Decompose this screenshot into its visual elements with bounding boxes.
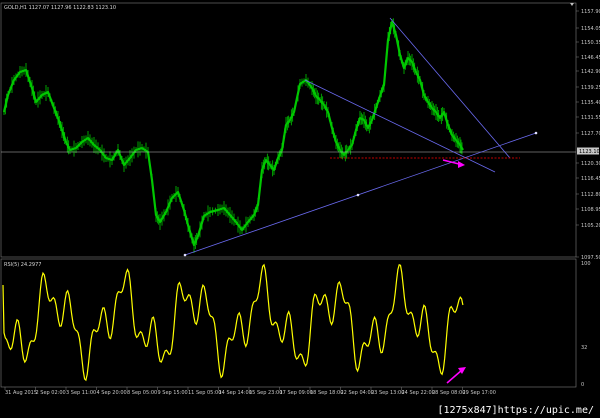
time-tick-label: 18 Sep 18:00	[310, 390, 343, 396]
current-price-value: 1123.10	[579, 149, 600, 155]
time-tick-label: 8 Sep 05:00	[127, 390, 157, 396]
resistance-trendline-2	[389, 17, 511, 159]
price-tick-label: 1146.45	[581, 55, 600, 61]
price-path	[2, 20, 464, 247]
price-tick-label: 1135.40	[581, 100, 600, 106]
price-tick-label: 1157.90	[581, 9, 600, 15]
time-tick-label: 17 Sep 09:00	[280, 390, 313, 396]
price-tick-label: 1131.55	[581, 115, 600, 121]
time-tick-label: 4 Sep 20:00	[97, 390, 127, 396]
rsi-axis: 100 32 0	[581, 261, 591, 388]
rsi-tick-label: 100	[581, 261, 591, 267]
trendline-anchor	[356, 193, 360, 197]
rsi-tick-label: 0	[581, 382, 584, 388]
price-tick-label: 1142.90	[581, 69, 600, 75]
time-axis: 31 Aug 20152 Sep 02:00 3 Sep 11:00 4 Sep 2…	[4, 387, 496, 396]
time-tick-label: 3 Sep 11:00	[66, 390, 96, 396]
time-tick-label: 22 Sep 04:00	[341, 390, 374, 396]
chart-shift-marker[interactable]	[570, 3, 574, 6]
price-tick-label: 1127.70	[581, 131, 600, 137]
time-tick-label: 14 Sep 14:00	[219, 390, 252, 396]
arrow-head	[458, 161, 465, 168]
chart-canvas[interactable]: GOLD,H1 1127.07 1127.96 1122.83 1123.10 …	[0, 0, 600, 418]
time-tick-label: 11 Sep 05:00	[188, 390, 221, 396]
price-tick-label: 1112.80	[581, 192, 600, 198]
time-tick-label: 24 Sep 22:00	[402, 390, 435, 396]
price-candles	[2, 18, 464, 253]
time-tick-label: 9 Sep 15:00	[158, 390, 188, 396]
time-tick-label: 28 Sep 08:00	[432, 390, 465, 396]
price-axis: 1157.90 1154.05 1150.35 1146.45 1142.90 1139.…	[576, 9, 600, 261]
price-tick-label: 1116.45	[581, 176, 600, 182]
time-tick-label: 15 Sep 23:00	[249, 390, 282, 396]
trendlines	[1, 17, 576, 257]
time-tick-label: 2 Sep 02:00	[36, 390, 66, 396]
time-tick-label: 31 Aug 2015	[5, 390, 37, 396]
watermark: [1275x847]https://upic.me/	[435, 405, 596, 416]
price-tick-label: 1120.30	[581, 161, 600, 167]
trendline-anchor	[534, 131, 538, 135]
divergence-arrow-rsi	[446, 369, 463, 384]
rsi-line	[2, 263, 466, 384]
time-tick-label: 23 Sep 13:00	[371, 390, 404, 396]
time-tick-label: 29 Sep 17:00	[463, 390, 496, 396]
support-trendline	[184, 132, 537, 256]
price-tick-label: 1150.35	[581, 40, 600, 46]
rsi-tick-label: 32	[581, 345, 587, 351]
rsi-path	[2, 263, 464, 382]
rsi-label: RSI(5) 24.2977	[4, 262, 41, 268]
trendline-anchor	[183, 253, 187, 257]
symbol-label: GOLD,H1 1127.07 1127.96 1122.83 1123.10	[4, 5, 116, 11]
price-tick-label: 1105.20	[581, 223, 600, 229]
price-tick-label: 1139.25	[581, 85, 600, 91]
rsi-chart-frame	[0, 258, 577, 388]
price-tick-label: 1108.95	[581, 207, 600, 213]
price-tick-label: 1154.05	[581, 26, 600, 32]
